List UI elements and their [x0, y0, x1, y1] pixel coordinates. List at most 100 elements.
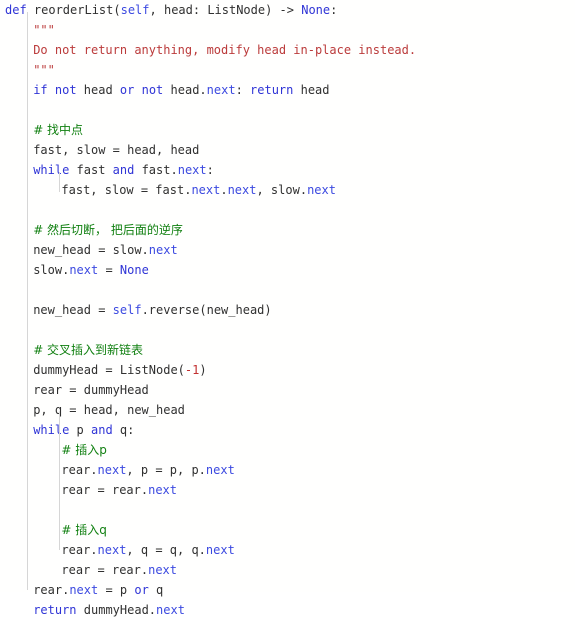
code-line[interactable]: Do not return anything, modify head in-p… — [0, 40, 575, 60]
code-line[interactable]: dummyHead = ListNode(-1) — [0, 360, 575, 380]
code-line-content: # 交叉插入到新链表 — [33, 343, 143, 357]
code-token: and — [112, 163, 135, 177]
code-line-content: while fast and fast.next: — [33, 163, 214, 177]
code-token: # 交叉插入到新链表 — [33, 343, 144, 357]
code-token: q: — [112, 423, 135, 437]
code-line[interactable]: rear.next, q = q, q.next — [0, 540, 575, 560]
code-token: , p = p, p. — [126, 463, 206, 477]
code-line[interactable]: # 找中点 — [0, 120, 575, 140]
code-line[interactable]: while fast and fast.next: — [0, 160, 575, 180]
code-token: next — [148, 483, 177, 497]
code-token: # 插入q — [61, 523, 107, 537]
code-line[interactable]: rear = dummyHead — [0, 380, 575, 400]
indent-guide — [27, 12, 28, 590]
code-token: , slow. — [256, 183, 308, 197]
code-line[interactable]: rear.next, p = p, p.next — [0, 460, 575, 480]
code-line-content: new_head = self.reverse(new_head) — [33, 303, 271, 317]
code-token: def — [5, 3, 27, 17]
code-token: head. — [163, 83, 207, 97]
code-token: or — [134, 583, 149, 597]
code-line[interactable]: fast, slow = fast.next.next, slow.next — [0, 180, 575, 200]
code-token: : — [235, 83, 251, 97]
code-token: p, q = head, new_head — [33, 403, 185, 417]
code-line[interactable]: rear.next = p or q — [0, 580, 575, 600]
code-line-content: rear.next, p = p, p.next — [61, 463, 234, 477]
code-surface[interactable]: def reorderList( self , head: ListNode) ->… — [0, 0, 575, 617]
code-line-content — [5, 283, 12, 297]
code-token: self — [112, 303, 142, 317]
code-token: and — [91, 423, 113, 437]
code-line-content — [5, 323, 12, 337]
code-line[interactable] — [0, 280, 575, 300]
code-token: next — [69, 263, 99, 277]
code-line-content: # 然后切断， 把后面的逆序 — [33, 223, 183, 237]
code-line[interactable]: slow.next = None — [0, 260, 575, 280]
code-token: rear = rear. — [61, 483, 149, 497]
code-token: next — [307, 183, 336, 197]
indent-guide — [59, 172, 60, 192]
code-line[interactable]: if not head or not head.next: return hea… — [0, 80, 575, 100]
code-token: or — [119, 83, 135, 97]
code-line-content: # 插入p — [61, 443, 107, 457]
code-line[interactable]: # 插入q — [0, 520, 575, 540]
code-token: rear. — [61, 543, 98, 557]
code-editor[interactable]: def reorderList( self , head: ListNode) ->… — [0, 0, 575, 617]
code-line[interactable]: return dummyHead.next — [0, 600, 575, 620]
code-line[interactable]: # 交叉插入到新链表 — [0, 340, 575, 360]
code-line[interactable] — [0, 100, 575, 120]
code-line-content: """ — [33, 63, 55, 77]
code-token: reorderList( — [26, 3, 121, 17]
code-line[interactable]: new_head = self.reverse(new_head) — [0, 300, 575, 320]
code-token: next — [205, 543, 235, 557]
code-line[interactable]: def reorderList(self, head: ListNode) ->… — [0, 0, 575, 20]
code-line[interactable] — [0, 320, 575, 340]
code-token: """ — [33, 63, 55, 77]
code-token: next — [191, 183, 221, 197]
code-line[interactable]: """ — [0, 60, 575, 80]
code-token: , q = q, q. — [126, 543, 206, 557]
code-line[interactable]: fast, slow = head, head — [0, 140, 575, 160]
code-line-content — [5, 203, 12, 217]
code-line-content: fast, slow = fast.next.next, slow.next — [61, 183, 336, 197]
code-token: dummyHead = ListNode( — [33, 363, 185, 377]
code-line-content — [5, 103, 12, 117]
code-line[interactable]: p, q = head, new_head — [0, 400, 575, 420]
code-token: -1 — [184, 363, 200, 377]
code-token: dummyHead. — [76, 603, 157, 617]
code-line-content: rear.next = p or q — [33, 583, 163, 597]
code-token: rear. — [61, 463, 98, 477]
code-token: next — [177, 163, 207, 177]
code-token: while — [33, 423, 70, 437]
code-token: , head: ListNode) -> — [149, 3, 302, 17]
code-line[interactable]: rear = rear.next — [0, 480, 575, 500]
code-token: = — [98, 263, 120, 277]
code-token: next — [97, 543, 127, 557]
code-token: None — [119, 263, 149, 277]
code-line-content — [5, 503, 12, 517]
code-line-content: while p and q: — [33, 423, 134, 437]
code-line[interactable]: while p and q: — [0, 420, 575, 440]
code-token: # 然后切断， 把后面的逆序 — [33, 223, 183, 237]
code-line[interactable]: rear = rear.next — [0, 560, 575, 580]
code-line[interactable]: new_head = slow.next — [0, 240, 575, 260]
code-token: return — [33, 603, 77, 617]
code-line-content: Do not return anything, modify head in-p… — [33, 43, 416, 57]
code-token: .reverse(new_head) — [141, 303, 272, 317]
code-line[interactable] — [0, 500, 575, 520]
code-line[interactable]: # 插入p — [0, 440, 575, 460]
code-token: slow. — [33, 263, 70, 277]
code-line[interactable] — [0, 200, 575, 220]
code-line[interactable]: # 然后切断， 把后面的逆序 — [0, 220, 575, 240]
code-token: while — [33, 163, 70, 177]
code-token: next — [148, 243, 178, 257]
code-line-content: rear = rear.next — [61, 483, 177, 497]
code-token: head — [76, 83, 120, 97]
code-line-content: fast, slow = head, head — [33, 143, 199, 157]
code-token: next — [97, 463, 127, 477]
code-line-content: """ — [33, 23, 55, 37]
code-token: next — [148, 563, 177, 577]
code-line-content: new_head = slow.next — [33, 243, 178, 257]
code-line[interactable]: """ — [0, 20, 575, 40]
code-token: fast. — [134, 163, 178, 177]
